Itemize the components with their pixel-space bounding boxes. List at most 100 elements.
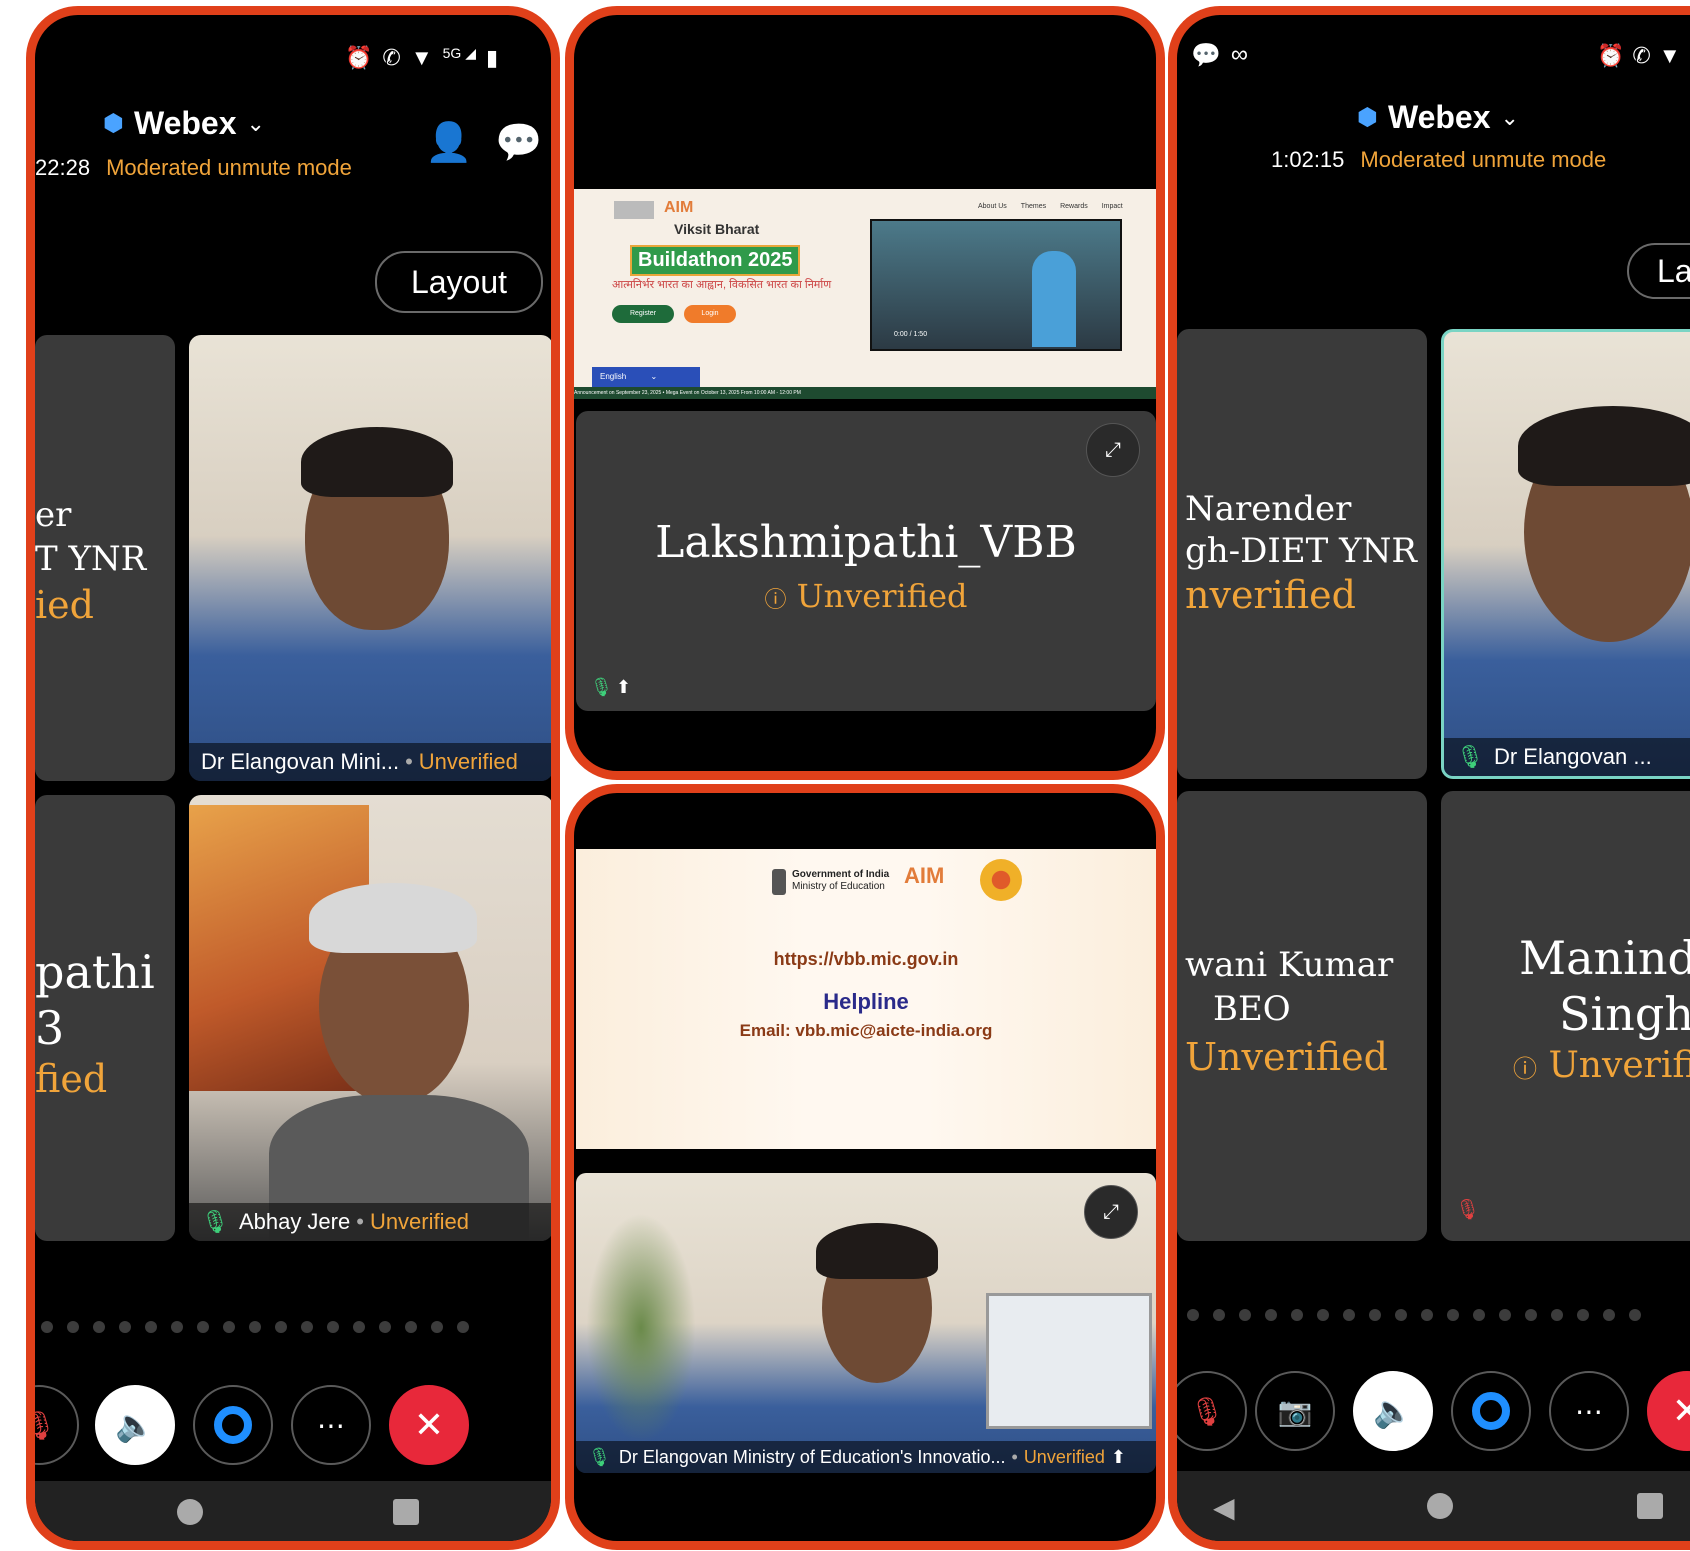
- aim-logo: AIM: [664, 199, 694, 216]
- participant-tile-lakshmipathi[interactable]: ⤢ Lakshmipathi_VBB ⓘ Unverified 🎙 ⬆: [576, 411, 1156, 711]
- meeting-header[interactable]: ⬢ Webex ⌄: [103, 105, 265, 142]
- layout-button[interactable]: Layout: [375, 251, 543, 313]
- microphone-icon: 🎙: [1456, 744, 1484, 769]
- register-button[interactable]: Register: [612, 305, 674, 323]
- tile-name-line-1: Manind: [1519, 931, 1690, 985]
- chat-bubble-icon: 💬: [1191, 42, 1221, 69]
- video-name-bar: 🎙 Dr Elangovan Ministry of Education's I…: [576, 1441, 1156, 1473]
- camera-off-button[interactable]: 📷: [1255, 1371, 1335, 1451]
- embedded-video[interactable]: 0:00 / 1:50: [870, 219, 1122, 351]
- participant-video-elangovan[interactable]: 🎙 Dr Elangovan ...: [1441, 329, 1690, 779]
- more-options-button[interactable]: ⋯: [1549, 1371, 1629, 1451]
- end-call-button[interactable]: ✕: [389, 1385, 469, 1465]
- page-indicator: [1187, 1309, 1641, 1321]
- more-options-button[interactable]: ⋯: [291, 1385, 371, 1465]
- wifi-icon: ▼: [1658, 43, 1681, 68]
- participant-tile-cut-1[interactable]: er T YNR ied: [35, 335, 175, 781]
- tile-name-line-2: T YNR: [35, 539, 147, 579]
- chevron-down-icon: ⌄: [650, 372, 658, 381]
- speaker-button[interactable]: 🔈: [95, 1385, 175, 1465]
- tile-status: Unverified: [1185, 1035, 1388, 1079]
- tile-name-line-2: Singh: [1559, 987, 1690, 1041]
- tile-status: ied: [35, 583, 94, 627]
- nav-item[interactable]: Rewards: [1060, 203, 1088, 210]
- login-button[interactable]: Login: [684, 305, 736, 323]
- battery-icon: ▮: [485, 45, 499, 70]
- slide-title: Buildathon 2025: [630, 245, 801, 276]
- shared-slide-website[interactable]: AIM Viksit Bharat Buildathon 2025 आत्मनि…: [574, 189, 1156, 399]
- participant-name: Lakshmipathi_VBB: [655, 517, 1077, 568]
- participant-status: ⓘ Unverified: [576, 577, 1156, 615]
- participant-tile-narender[interactable]: Narender gh-DIET YNR nverified: [1177, 329, 1427, 779]
- mute-button[interactable]: 🎙: [1177, 1371, 1247, 1451]
- expand-button[interactable]: ⤢: [1086, 423, 1140, 477]
- expand-icon: ⤢: [1105, 438, 1121, 461]
- home-icon[interactable]: [177, 1499, 203, 1525]
- chevron-down-icon[interactable]: ⌄: [247, 111, 265, 137]
- participant-video-abhay[interactable]: 🎙 Abhay Jere • Unverified: [189, 795, 551, 1241]
- video-participant-status: Unverified: [1023, 1446, 1105, 1467]
- android-nav-bar: [35, 1481, 551, 1541]
- left-phone-screen: ⏰ ✆ ▼ 5G ◢ ▮ ⬢ Webex ⌄ 22:28 Moderated u…: [26, 6, 560, 1550]
- whiteboard: [986, 1293, 1152, 1429]
- participant-tile-cut-2[interactable]: pathi 3 fied: [35, 795, 175, 1241]
- video-participant-name: Dr Elangovan Mini...: [201, 749, 400, 774]
- android-nav-bar: ◀: [1177, 1471, 1690, 1541]
- nav-item[interactable]: About Us: [978, 203, 1007, 210]
- page-indicator: [41, 1321, 469, 1333]
- share-screen-icon: ⬆: [1110, 1446, 1126, 1467]
- participants-icon[interactable]: 👤: [425, 121, 472, 165]
- video-participant-name: Abhay Jere: [238, 1209, 351, 1234]
- chat-icon[interactable]: 💬: [495, 121, 542, 165]
- chevron-down-icon[interactable]: ⌄: [1501, 105, 1519, 131]
- nav-item[interactable]: Themes: [1021, 203, 1046, 210]
- shield-icon: ⬢: [1357, 104, 1378, 131]
- language-value: English: [600, 372, 627, 381]
- recents-icon[interactable]: [1637, 1493, 1663, 1519]
- participant-tile-ashwani[interactable]: wani Kumar BEO Unverified: [1177, 791, 1427, 1241]
- help-circle-icon: ⓘ: [764, 588, 787, 613]
- speaker-button[interactable]: 🔈: [1353, 1371, 1433, 1451]
- alarm-icon: ⏰: [1597, 43, 1625, 68]
- webex-assistant-icon: [214, 1406, 252, 1444]
- ellipsis-icon: ⋯: [317, 1409, 345, 1441]
- tile-name-line-1: er: [35, 495, 72, 535]
- recents-icon[interactable]: [393, 1499, 419, 1525]
- help-circle-icon: ⓘ: [1513, 1055, 1537, 1083]
- participant-tile-maninder[interactable]: Manind Singh ⓘ Unverifi 🎙: [1441, 791, 1690, 1241]
- status-bar: ⏰ ✆ ▼ 5G ◢ ▮: [345, 45, 498, 71]
- nav-item[interactable]: Impact: [1102, 203, 1123, 210]
- microphone-icon: 🎙: [588, 1446, 611, 1467]
- participant-video-elangovan[interactable]: Dr Elangovan Mini... • Unverified: [189, 335, 551, 781]
- shared-slide-helpline[interactable]: Government of India Ministry of Educatio…: [576, 849, 1156, 1149]
- tile-status: fied: [35, 1057, 108, 1101]
- home-icon[interactable]: [1427, 1493, 1453, 1519]
- tile-status-text: Unverifi: [1548, 1045, 1690, 1086]
- ai-assistant-button[interactable]: [193, 1385, 273, 1465]
- back-icon[interactable]: ◀: [1213, 1491, 1235, 1524]
- slide-email: Email: vbb.mic@aicte-india.org: [739, 1021, 993, 1040]
- camera-off-icon: 📷: [1277, 1395, 1313, 1427]
- end-call-button[interactable]: ✕: [1647, 1371, 1690, 1451]
- layout-button[interactable]: La: [1627, 243, 1690, 299]
- ellipsis-icon: ⋯: [1575, 1395, 1603, 1427]
- mute-button[interactable]: 🎙: [35, 1385, 79, 1465]
- ticker-text: Announcement on September 23, 2025 • Meg…: [574, 390, 801, 396]
- tile-name-line-2: 3: [35, 1001, 65, 1055]
- speaker-icon: 🔈: [115, 1407, 155, 1443]
- unmute-mode-label: Moderated unmute mode: [106, 155, 352, 180]
- video-participant-name: Dr Elangovan ...: [1493, 744, 1652, 769]
- speaker-icon: 🔈: [1373, 1393, 1413, 1429]
- person-hair: [309, 883, 477, 953]
- app-title: Webex: [1387, 99, 1491, 135]
- ai-assistant-button[interactable]: [1451, 1371, 1531, 1451]
- site-nav: About Us Themes Rewards Impact: [978, 203, 1123, 210]
- tile-name-line-1: Narender: [1185, 489, 1352, 529]
- gov-line-2: Ministry of Education: [792, 881, 885, 892]
- video-name-bar: 🎙 Abhay Jere • Unverified: [189, 1203, 551, 1241]
- meeting-header[interactable]: ⬢ Webex ⌄: [1357, 99, 1519, 136]
- language-select[interactable]: English ⌄: [592, 367, 700, 387]
- slide-helpline: Helpline: [823, 989, 909, 1014]
- expand-button[interactable]: ⤢: [1084, 1185, 1138, 1239]
- participant-video-elangovan-large[interactable]: 🎙 Dr Elangovan Ministry of Education's I…: [576, 1173, 1156, 1473]
